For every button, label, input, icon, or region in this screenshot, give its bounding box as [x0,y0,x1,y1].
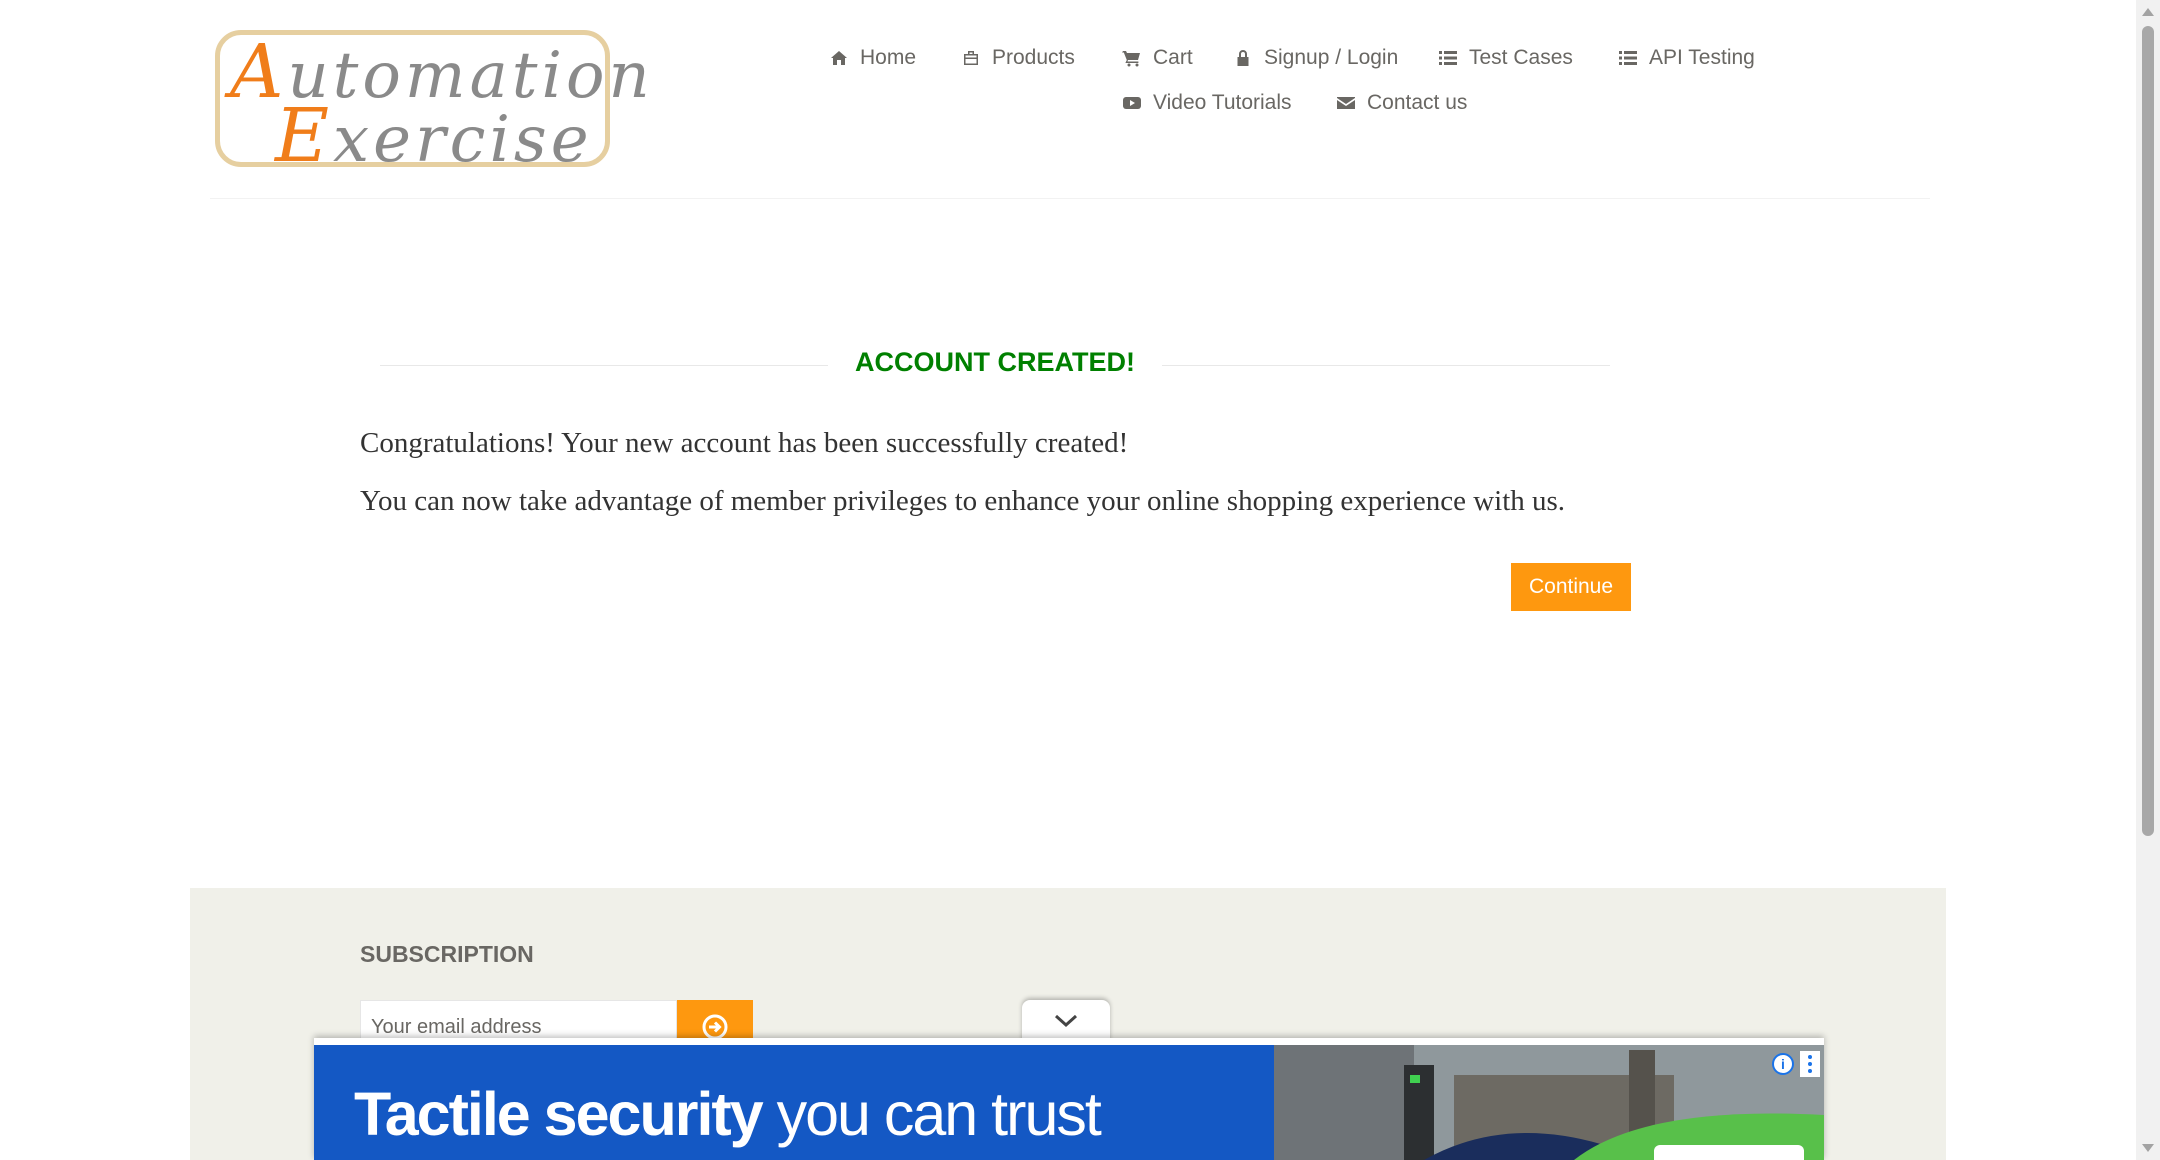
youtube-play-icon [1121,92,1143,114]
ad-headline: Tactile security you can trust [354,1080,1102,1148]
nav-cart[interactable]: Cart [1121,46,1193,70]
nav-api-testing[interactable]: API Testing [1617,46,1755,70]
header-divider [210,198,1930,199]
site-header: Automation Exercise Home Products Cart S… [0,0,2136,200]
ad-collapse-toggle[interactable] [1022,1000,1110,1042]
envelope-icon [1335,92,1357,114]
nav-signup-login-label: Signup / Login [1264,46,1399,69]
briefcase-icon [960,47,982,69]
page-title: ACCOUNT CREATED! [380,347,1610,378]
ad-banner-text-area: Tactile security you can trust [314,1045,1274,1160]
privileges-message: You can now take advantage of member pri… [360,485,1566,517]
ad-image: i [1274,1045,1824,1160]
list-icon [1437,47,1459,69]
ad-options-icon[interactable] [1800,1051,1820,1077]
site-logo[interactable]: Automation Exercise [215,29,650,179]
arrow-circle-right-icon [702,1014,728,1040]
continue-button[interactable]: Continue [1511,563,1631,611]
scroll-down-arrow-icon[interactable] [2142,1144,2154,1152]
cart-icon [1121,47,1143,69]
nav-home[interactable]: Home [828,46,916,70]
nav-home-label: Home [860,46,917,69]
chevron-down-icon [1054,1014,1078,1028]
nav-test-cases-label: Test Cases [1469,46,1573,69]
nav-contact-us[interactable]: Contact us [1335,91,1467,115]
nav-video-tutorials[interactable]: Video Tutorials [1121,91,1292,115]
nav-products-label: Products [992,46,1075,69]
logo-line-2: Exercise [275,93,593,179]
ad-photo-scene [1274,1045,1824,1160]
list-icon [1617,47,1639,69]
nav-test-cases[interactable]: Test Cases [1437,46,1573,70]
page-scrollbar[interactable] [2136,0,2160,1160]
congratulations-message: Congratulations! Your new account has be… [360,427,1129,459]
ad-info-icon[interactable]: i [1772,1053,1794,1075]
scroll-up-arrow-icon[interactable] [2142,8,2154,16]
title-wrap: ACCOUNT CREATED! [380,345,1610,385]
nav-products[interactable]: Products [960,46,1075,70]
subscription-title: SUBSCRIPTION [360,941,534,967]
scroll-thumb[interactable] [2142,26,2154,836]
home-icon [828,47,850,69]
lock-icon [1232,47,1254,69]
nav-signup-login[interactable]: Signup / Login [1232,46,1398,70]
nav-api-testing-label: API Testing [1649,46,1755,69]
nav-cart-label: Cart [1153,46,1193,69]
nav-contact-us-label: Contact us [1367,91,1468,114]
nav-video-tutorials-label: Video Tutorials [1153,91,1292,114]
anchor-ad[interactable]: Tactile security you can trust i [314,1038,1824,1160]
